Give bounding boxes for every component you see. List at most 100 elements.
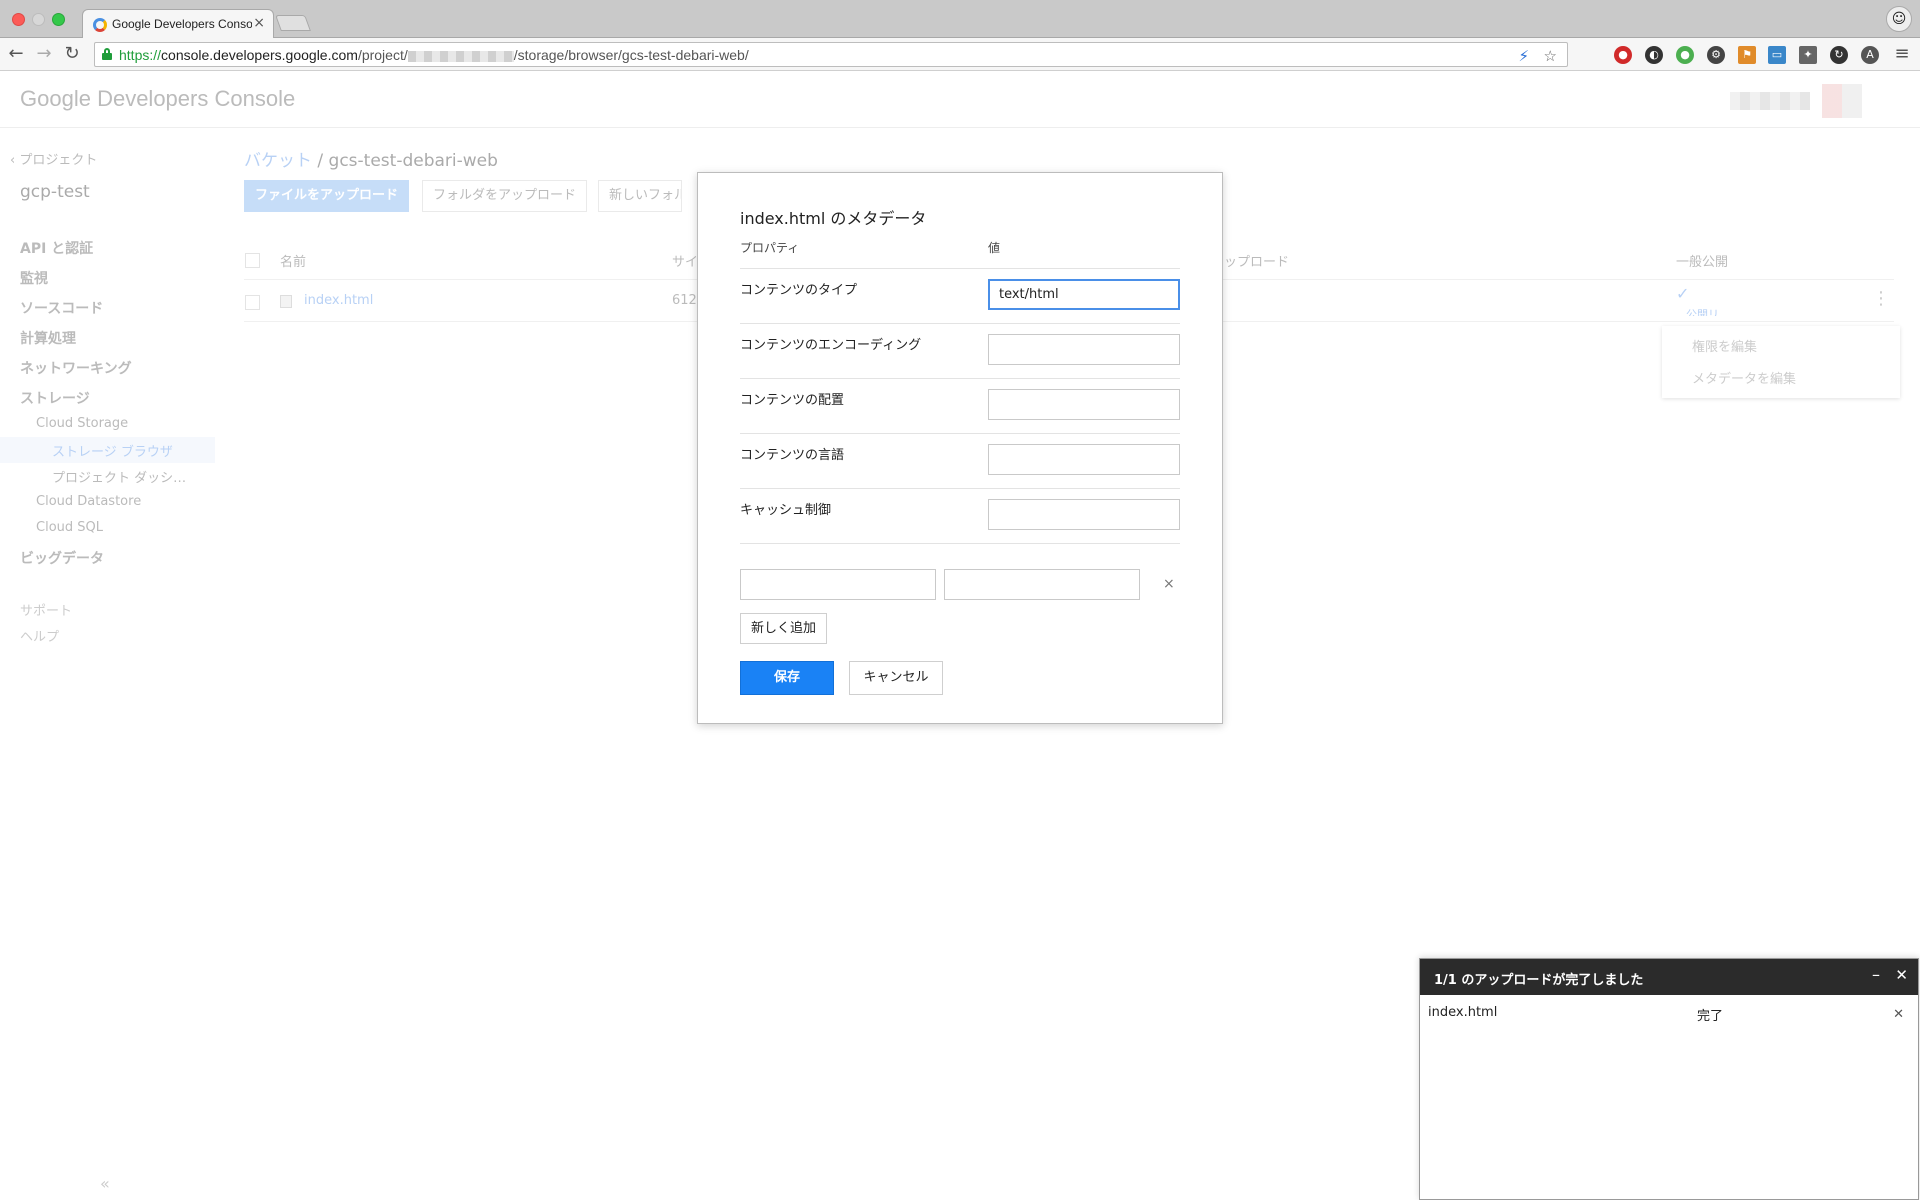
dismiss-row-icon[interactable]: ✕ <box>1893 1007 1904 1022</box>
minimize-icon[interactable]: – <box>1872 965 1880 984</box>
content-language-label: コンテンツの言語 <box>740 448 845 463</box>
sidebar-item-storage[interactable]: ストレージ <box>20 388 90 408</box>
extension-sync-icon[interactable]: ↻ <box>1830 46 1848 64</box>
metadata-row-cache-control: キャッシュ制御 <box>740 488 1180 543</box>
profile-avatar-icon[interactable]: ☺ <box>1886 6 1912 32</box>
row-checkbox[interactable] <box>245 295 260 310</box>
extension-window-icon[interactable]: ▭ <box>1768 46 1786 64</box>
breadcrumb: バケット / gcs-test-debari-web <box>244 151 498 171</box>
sidebar-item-networking[interactable]: ネットワーキング <box>20 358 132 378</box>
sidebar-item-monitoring[interactable]: 監視 <box>20 268 48 288</box>
file-size: 612 <box>672 293 697 308</box>
browser-titlebar: Google Developers Console × ☺ <box>0 0 1920 39</box>
window-maximize-button[interactable] <box>52 13 65 26</box>
new-folder-button[interactable]: 新しいフォルダ <box>598 180 682 212</box>
extension-stop-icon[interactable]: ● <box>1614 46 1632 64</box>
uploaded-file-name: index.html <box>1428 1005 1498 1020</box>
sidebar-item-support[interactable]: サポート <box>20 600 72 619</box>
extension-angular-icon[interactable]: A <box>1861 46 1879 64</box>
metadata-row-content-disposition: コンテンツの配置 <box>740 378 1180 433</box>
developers-console-logo[interactable]: Google Developers Console <box>20 86 295 112</box>
account-name-redacted <box>1730 92 1810 110</box>
extension-gear-icon[interactable]: ⚙ <box>1707 46 1725 64</box>
window-close-button[interactable] <box>12 13 25 26</box>
public-check-icon[interactable]: ✓ <box>1676 284 1689 303</box>
browser-toolbar: ← → ↻ https://console.developers.google.… <box>0 38 1920 71</box>
breadcrumb-bucket-link[interactable]: バケット <box>244 151 312 171</box>
developers-console-favicon-icon <box>93 18 107 32</box>
col-uploaded[interactable]: ップロード <box>1224 251 1289 270</box>
select-all-checkbox[interactable] <box>245 253 260 268</box>
content-type-input[interactable] <box>988 279 1180 310</box>
chrome-menu-icon[interactable]: ≡ <box>1892 44 1912 64</box>
browser-tab[interactable]: Google Developers Console × <box>82 9 274 39</box>
avatar[interactable] <box>1822 84 1862 118</box>
collapse-sidebar-icon[interactable]: « <box>100 1174 110 1193</box>
secure-lock-icon <box>102 48 112 60</box>
remove-row-icon[interactable]: × <box>1163 576 1175 592</box>
extension-leaf-icon[interactable]: ● <box>1676 46 1694 64</box>
save-button[interactable]: 保存 <box>740 661 834 695</box>
upload-files-button[interactable]: ファイルをアップロード <box>244 180 410 212</box>
column-header-property: プロパティ <box>740 241 800 255</box>
tab-close-icon[interactable]: × <box>253 15 265 31</box>
metadata-row-content-type: コンテンツのタイプ <box>740 268 1180 323</box>
column-header-value: 値 <box>988 241 1001 255</box>
bookmark-star-icon[interactable]: ☆ <box>1544 47 1557 65</box>
menu-item-edit-permissions[interactable]: 権限を編集 <box>1692 336 1757 355</box>
content-disposition-label: コンテンツの配置 <box>740 393 845 408</box>
sidebar-item-source-code[interactable]: ソースコード <box>20 298 103 318</box>
upload-status-panel: 1/1 のアップロードが完了しました – ✕ index.html 完了 ✕ <box>1419 958 1919 1200</box>
back-arrow-icon[interactable]: ← <box>6 44 26 64</box>
sidebar-item-cloud-datastore[interactable]: Cloud Datastore <box>36 494 141 509</box>
lightning-icon[interactable]: ⚡ <box>1518 47 1529 65</box>
metadata-dialog: index.html のメタデータ プロパティ 値 コンテンツのタイプ コンテン… <box>697 172 1223 724</box>
upload-panel-title: 1/1 のアップロードが完了しました <box>1434 973 1644 988</box>
upload-folder-button[interactable]: フォルダをアップロード <box>422 180 588 212</box>
custom-key-input[interactable] <box>740 569 936 600</box>
sidebar-item-storage-browser[interactable]: ストレージ ブラウザ <box>52 441 173 460</box>
sidebar-item-api-auth[interactable]: API と認証 <box>20 238 93 258</box>
sidebar-item-bigdata[interactable]: ビッグデータ <box>20 548 104 568</box>
content-encoding-input[interactable] <box>988 334 1180 365</box>
close-icon[interactable]: ✕ <box>1895 966 1908 984</box>
content-type-label: コンテンツのタイプ <box>740 283 858 298</box>
sidebar-item-help[interactable]: ヘルプ <box>20 626 59 645</box>
cache-control-label: キャッシュ制御 <box>740 503 832 518</box>
metadata-row-content-encoding: コンテンツのエンコーディング <box>740 323 1180 378</box>
console-header: Google Developers Console <box>0 72 1920 128</box>
cache-control-input[interactable] <box>988 499 1180 530</box>
sidebar-item-cloud-storage[interactable]: Cloud Storage <box>36 416 128 431</box>
add-new-button[interactable]: 新しく追加 <box>740 613 828 644</box>
divider <box>740 543 1180 544</box>
cancel-button[interactable]: キャンセル <box>849 661 943 695</box>
new-tab-button[interactable] <box>275 15 311 31</box>
row-context-menu: 権限を編集 メタデータを編集 <box>1662 326 1900 398</box>
address-bar[interactable]: https://console.developers.google.com/pr… <box>94 42 1568 67</box>
content-disposition-input[interactable] <box>988 389 1180 420</box>
menu-item-edit-metadata[interactable]: メタデータを編集 <box>1692 368 1796 387</box>
sidebar-item-project-dashboard[interactable]: プロジェクト ダッシ… <box>52 467 186 486</box>
col-public: 一般公開 <box>1676 255 1729 270</box>
forward-arrow-icon[interactable]: → <box>34 44 54 64</box>
extension-flag-icon[interactable]: ⚑ <box>1738 46 1756 64</box>
file-name-link[interactable]: index.html <box>304 293 373 308</box>
sidebar-item-compute[interactable]: 計算処理 <box>20 328 76 348</box>
extension-color-icon[interactable]: ◐ <box>1645 46 1663 64</box>
dialog-title: index.html のメタデータ <box>740 209 927 228</box>
col-size[interactable]: サイ <box>672 251 698 270</box>
window-minimize-button[interactable] <box>32 13 45 26</box>
content-language-input[interactable] <box>988 444 1180 475</box>
breadcrumb-current: gcs-test-debari-web <box>328 151 498 171</box>
sidebar-project-name[interactable]: gcp-test <box>20 182 90 202</box>
redacted-project-id <box>407 50 514 62</box>
row-more-options-icon[interactable]: ⋮ <box>1872 288 1890 309</box>
extension-puzzle-icon[interactable]: ✦ <box>1799 46 1817 64</box>
tab-title: Google Developers Console <box>112 17 252 31</box>
col-name[interactable]: 名前 <box>280 251 306 270</box>
sidebar-item-cloud-sql[interactable]: Cloud SQL <box>36 520 103 535</box>
public-link[interactable]: 公開リ <box>1686 306 1719 316</box>
custom-value-input[interactable] <box>944 569 1140 600</box>
sidebar-back-to-projects[interactable]: ‹ プロジェクト <box>10 149 97 168</box>
reload-icon[interactable]: ↻ <box>62 44 82 64</box>
